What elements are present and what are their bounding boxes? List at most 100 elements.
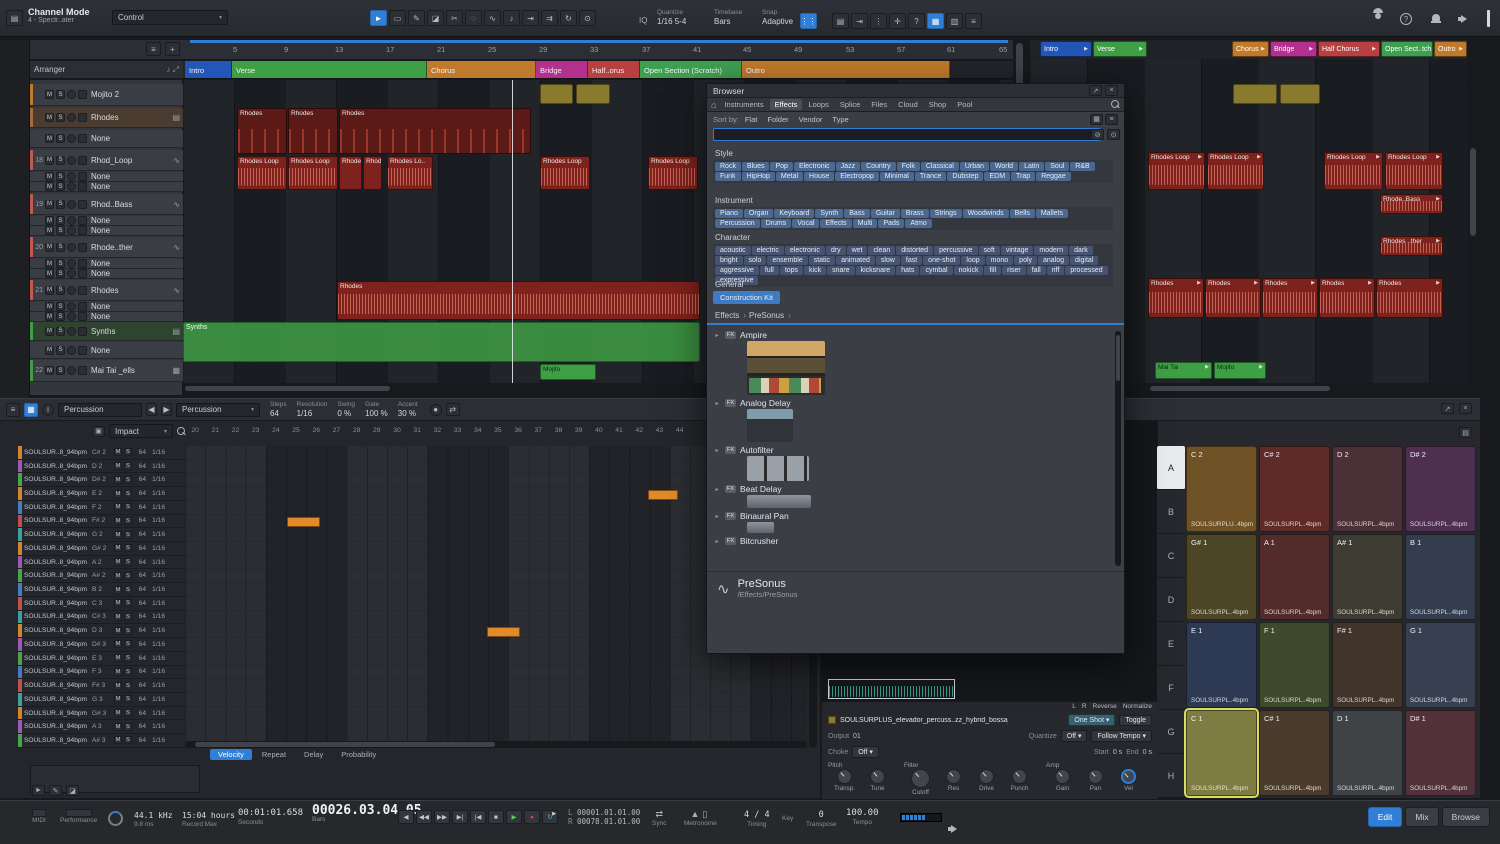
track-header-row[interactable]: M S None — [30, 302, 183, 312]
tool-icon[interactable]: ✎ — [408, 10, 425, 26]
audio-clip[interactable]: Rhodes Loop — [1207, 152, 1264, 190]
record-arm-button[interactable] — [67, 243, 76, 252]
row-resolution-value[interactable]: 1/16 — [148, 613, 165, 620]
character-tag[interactable]: electronic — [785, 246, 825, 255]
row-sample-name[interactable]: SOULSUR..8_94bpm — [24, 696, 90, 703]
record-arm-button[interactable] — [67, 346, 76, 355]
style-tag[interactable]: Electropop — [835, 172, 878, 181]
track-name[interactable]: Rhod..Bass — [91, 200, 171, 209]
arranger-section[interactable]: Intro — [185, 61, 232, 79]
reverse-button[interactable]: Reverse — [1093, 703, 1117, 710]
monitor-button[interactable] — [78, 286, 87, 295]
metronome-control[interactable]: ▲▯ Metronome — [684, 809, 717, 828]
filter-icon[interactable]: ⊙ — [1107, 129, 1120, 140]
effect-item[interactable]: ▸ FX Beat Delay — [713, 483, 1111, 508]
tool-icon[interactable]: ⇉ — [541, 10, 558, 26]
drum-pad[interactable]: A# 1 SOULSURPL..4bpm — [1332, 534, 1403, 620]
track-header-row[interactable]: 19 M S Rhod..Bass ∿ — [30, 194, 183, 215]
effect-name[interactable]: Beat Delay — [740, 484, 782, 494]
mute-button[interactable]: M — [45, 172, 54, 181]
row-solo-button[interactable]: S — [124, 599, 132, 607]
pattern-row[interactable]: SOULSUR..8_94bpm C 3 M S 64 1/16 — [18, 597, 185, 611]
playhead[interactable] — [512, 80, 513, 383]
monitor-button[interactable] — [78, 182, 87, 191]
row-mute-button[interactable]: M — [114, 599, 122, 607]
row-steps-value[interactable]: 64 — [134, 655, 146, 662]
pattern-variation-selector[interactable]: Percussion ▾ — [176, 403, 260, 417]
style-tag[interactable]: Metal — [776, 172, 803, 181]
lane-tab[interactable]: Probability — [333, 749, 384, 760]
character-tag[interactable]: poly — [1014, 256, 1037, 265]
tempo-display[interactable]: 100.00 Tempo — [846, 808, 879, 827]
style-tag[interactable]: R&B — [1070, 162, 1094, 171]
row-resolution-value[interactable]: 1/16 — [148, 545, 165, 552]
row-sample-name[interactable]: SOULSUR..8_94bpm — [24, 641, 90, 648]
style-tag[interactable]: Classical — [921, 162, 959, 171]
solo-button[interactable]: S — [56, 259, 65, 268]
mute-button[interactable]: M — [45, 302, 54, 311]
row-resolution-value[interactable]: 1/16 — [148, 696, 165, 703]
row-mute-button[interactable]: M — [114, 448, 122, 456]
view-button[interactable]: Edit — [1368, 807, 1403, 827]
effect-item[interactable]: ▸ FX Autofilter — [713, 444, 1111, 481]
row-steps-value[interactable]: 64 — [134, 668, 146, 675]
mute-button[interactable]: M — [45, 366, 54, 375]
effect-item[interactable]: ▸ FX Binaural Pan — [713, 510, 1111, 533]
record-arm-button[interactable] — [67, 182, 76, 191]
row-mute-button[interactable]: M — [114, 531, 122, 539]
monitor-button[interactable] — [78, 259, 87, 268]
row-resolution-value[interactable]: 1/16 — [148, 737, 165, 744]
style-tag[interactable]: Country — [861, 162, 896, 171]
monitor-button[interactable] — [78, 226, 87, 235]
track-name[interactable]: Rhod_Loop — [91, 156, 171, 165]
row-steps-value[interactable]: 64 — [134, 696, 146, 703]
prev-pattern-icon[interactable]: ◀ — [146, 403, 157, 416]
record-arm-button[interactable] — [67, 302, 76, 311]
row-steps-value[interactable]: 64 — [134, 572, 146, 579]
solo-button[interactable]: S — [56, 172, 65, 181]
effect-name[interactable]: Binaural Pan — [740, 511, 789, 521]
effect-item[interactable]: ▸ FX Bitcrusher — [713, 535, 1111, 547]
solo-button[interactable]: S — [56, 216, 65, 225]
clear-filter-icon[interactable]: ⊘ — [1091, 129, 1104, 140]
record-arm-button[interactable] — [67, 226, 76, 235]
track-header-row[interactable]: M S Rhodes ▤ — [30, 108, 183, 128]
audio-clip[interactable]: Rhodes Loop — [540, 156, 590, 190]
record-arm-button[interactable] — [67, 216, 76, 225]
row-steps-value[interactable]: 64 — [134, 517, 146, 524]
row-solo-button[interactable]: S — [124, 448, 132, 456]
loop-range-display[interactable]: L 00001.01.01.00 R 00078.01.01.00 — [568, 808, 640, 826]
row-sample-name[interactable]: SOULSUR..8_94bpm — [24, 504, 90, 511]
bank-button[interactable]: A — [1157, 446, 1185, 490]
view-button[interactable]: Browse — [1442, 807, 1490, 827]
audio-clip[interactable]: Rhodes — [1205, 278, 1261, 318]
note-block[interactable] — [648, 490, 678, 500]
close-icon[interactable]: × — [1459, 403, 1472, 414]
row-sample-name[interactable]: SOULSUR..8_94bpm — [24, 490, 90, 497]
style-tag[interactable]: Folk — [897, 162, 920, 171]
audio-clip[interactable] — [1233, 84, 1277, 104]
row-solo-button[interactable]: S — [124, 640, 132, 648]
snap-selector[interactable]: Snap Adaptive — [762, 9, 793, 26]
style-tag[interactable]: Blues — [742, 162, 770, 171]
audio-clip[interactable]: Mai Tai — [1155, 362, 1212, 379]
snap-value[interactable]: Adaptive — [762, 17, 793, 26]
solo-button[interactable]: S — [56, 182, 65, 191]
list-view-icon[interactable]: ≡ — [1105, 114, 1118, 125]
row-solo-button[interactable]: S — [124, 586, 132, 594]
solo-button[interactable]: S — [56, 286, 65, 295]
solo-button[interactable]: S — [56, 113, 65, 122]
tool-icon[interactable]: ⊙ — [579, 10, 596, 26]
instrument-tag[interactable]: Pads — [878, 219, 904, 228]
snap-toggle-icon[interactable]: ⋮⋮ — [800, 13, 817, 29]
monitor-button[interactable] — [78, 200, 87, 209]
steps-value[interactable]: 64 — [270, 409, 287, 418]
record-arm-button[interactable] — [67, 286, 76, 295]
drum-pad[interactable]: G# 1 SOULSURPL..4bpm — [1186, 534, 1257, 620]
transport-button[interactable]: ◀ — [398, 810, 414, 824]
mute-button[interactable]: M — [45, 182, 54, 191]
character-tag[interactable]: ensemble — [767, 256, 807, 265]
row-solo-button[interactable]: S — [124, 462, 132, 470]
character-tag[interactable]: bright — [715, 256, 743, 265]
track-header-row[interactable]: M S Synths ▤ — [30, 322, 183, 341]
